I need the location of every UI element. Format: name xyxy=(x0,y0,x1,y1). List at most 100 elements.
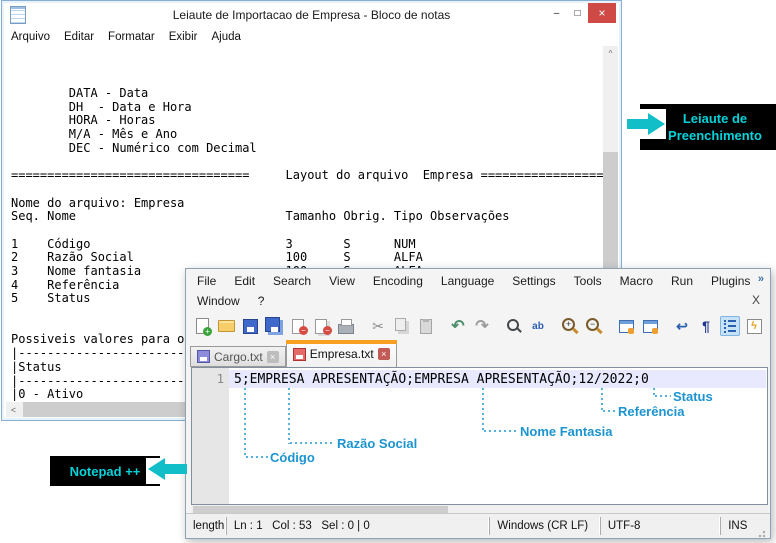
status-insert-mode: INS xyxy=(720,517,758,535)
show-all-chars-icon[interactable] xyxy=(696,316,716,336)
close-all-icon[interactable] xyxy=(312,316,332,336)
notepad-menu-item[interactable]: Exibir xyxy=(162,31,205,43)
notepad-menu-item[interactable]: Formatar xyxy=(101,31,162,43)
notepadpp-menu-item[interactable]: Settings xyxy=(503,274,564,288)
callout-text: Leiaute de xyxy=(654,110,776,127)
new-file-icon[interactable] xyxy=(192,316,212,336)
paste-icon[interactable] xyxy=(416,316,436,336)
copy-icon[interactable] xyxy=(392,316,412,336)
function-list-icon[interactable] xyxy=(744,316,764,336)
field-label-status: Status xyxy=(673,389,713,404)
notepad-menu-item[interactable]: Editar xyxy=(57,31,101,43)
callout-text: Preenchimento xyxy=(654,127,776,144)
tab-label: Cargo.txt xyxy=(214,350,263,364)
notepadpp-menu-item[interactable]: ? xyxy=(249,294,274,308)
tab-label: Empresa.txt xyxy=(310,347,374,361)
tab-empresa[interactable]: Empresa.txt × xyxy=(286,340,397,367)
notepad-text-line: 1 Código 3 S NUM xyxy=(11,238,603,252)
notepadpp-menubar-row1: FileEditSearchViewEncodingLanguageSettin… xyxy=(188,271,768,291)
indent-guide-icon[interactable] xyxy=(720,316,740,336)
word-wrap-icon[interactable] xyxy=(672,316,692,336)
annotation-line-status xyxy=(655,395,671,397)
notepad-text-line: HORA - Horas xyxy=(11,114,603,128)
notepadpp-menu-item[interactable]: Macro xyxy=(611,274,662,288)
print-icon[interactable] xyxy=(336,316,356,336)
notepad-menubar: ArquivoEditarFormatarExibirAjuda xyxy=(4,28,619,45)
notepad-text-line xyxy=(11,224,603,238)
annotation-line-referencia xyxy=(603,410,616,412)
maximize-button[interactable]: □ xyxy=(567,3,588,23)
replace-icon[interactable] xyxy=(528,316,548,336)
horizontal-scroll-thumb[interactable] xyxy=(193,506,448,513)
notepad-text-line: DEC - Numérico com Decimal xyxy=(11,142,603,156)
notepad-text-line: Seq. Nome Tamanho Obrig. Tipo Observaçõe… xyxy=(11,210,603,224)
sync-vertical-icon[interactable] xyxy=(616,316,636,336)
notepad-text-line: DH - Data e Hora xyxy=(11,101,603,115)
notepadpp-menu-item[interactable]: Plugins xyxy=(702,274,759,288)
arrow-left-icon xyxy=(148,458,187,480)
notepad-menu-item[interactable]: Arquivo xyxy=(4,31,57,43)
notepad-text-line: 2 Razão Social 100 S ALFA xyxy=(11,251,603,265)
annotation-line-referencia xyxy=(601,388,603,412)
editor-area[interactable]: 1 5;EMPRESA APRESENTAÇÃO;EMPRESA APRESEN… xyxy=(191,367,768,505)
close-button[interactable]: × xyxy=(588,3,616,23)
notepad-text-line: DATA - Data xyxy=(11,87,603,101)
tab-cargo[interactable]: Cargo.txt × xyxy=(190,346,286,367)
tab-close-icon[interactable]: × xyxy=(267,351,279,363)
notepadpp-menu-item[interactable]: Edit xyxy=(225,274,264,288)
tab-close-icon[interactable]: × xyxy=(378,348,390,360)
line-number: 1 xyxy=(192,372,224,386)
editor-line-text[interactable]: 5;EMPRESA APRESENTAÇÃO;EMPRESA APRESENTA… xyxy=(234,372,649,387)
annotation-line-nome-fantasia xyxy=(482,388,484,432)
resize-grip[interactable] xyxy=(758,528,768,538)
status-eol-format: Windows (CR LF) xyxy=(489,517,599,535)
notepadpp-menu-item[interactable]: Window xyxy=(188,294,249,308)
zoom-out-icon[interactable] xyxy=(584,316,604,336)
save-all-icon[interactable] xyxy=(264,316,284,336)
notepadpp-menu-item[interactable]: Encoding xyxy=(364,274,432,288)
cut-icon[interactable] xyxy=(368,316,388,336)
notepadpp-toolbar xyxy=(190,313,766,339)
arrow-right-icon xyxy=(627,113,665,135)
redo-icon[interactable] xyxy=(472,316,492,336)
menu-close-icon[interactable]: X xyxy=(752,293,760,307)
undo-icon[interactable] xyxy=(448,316,468,336)
tab-bar: Cargo.txt × Empresa.txt × xyxy=(188,339,768,367)
notepad-text-line xyxy=(11,183,603,197)
field-label-referencia: Referência xyxy=(618,404,684,419)
callout-text: Notepad ++ xyxy=(70,464,141,479)
annotation-line-nome-fantasia xyxy=(484,430,517,432)
find-icon[interactable] xyxy=(504,316,524,336)
toolbar-overflow-icon[interactable]: » xyxy=(758,273,764,285)
scroll-left-icon[interactable]: < xyxy=(6,402,21,417)
notepad-text-line: M/A - Mês e Ano xyxy=(11,128,603,142)
notepad-menu-item[interactable]: Ajuda xyxy=(204,31,247,43)
notepadpp-menu-item[interactable]: Run xyxy=(662,274,702,288)
vertical-scroll-thumb[interactable] xyxy=(603,152,618,272)
status-length: length xyxy=(186,517,226,535)
minimize-button[interactable]: – xyxy=(546,3,567,23)
notepadpp-menu-item[interactable]: View xyxy=(320,274,364,288)
notepadpp-menu-item[interactable]: Search xyxy=(264,274,320,288)
line-number-margin xyxy=(192,368,229,504)
callout-notepadpp: Notepad ++ xyxy=(50,456,160,486)
notepadpp-menu-item[interactable]: File xyxy=(188,274,225,288)
notepad-window-title: Leiaute de Importacao de Empresa - Bloco… xyxy=(2,8,621,22)
notepad-titlebar[interactable]: Leiaute de Importacao de Empresa - Bloco… xyxy=(2,1,621,28)
notepad-text-line: ================================= Layout… xyxy=(11,169,603,183)
notepadpp-menu-item[interactable]: Language xyxy=(432,274,503,288)
annotation-line-codigo xyxy=(246,456,268,458)
notepadpp-menubar-row2: Window? xyxy=(188,291,768,311)
status-bar: length Ln : 1 Col : 53 Sel : 0 | 0 Windo… xyxy=(186,513,770,538)
notepad-text-line: Nome do arquivo: Empresa xyxy=(11,197,603,211)
scroll-up-icon[interactable]: ^ xyxy=(603,46,618,61)
notepadpp-menu-item[interactable]: Tools xyxy=(565,274,611,288)
sync-horizontal-icon[interactable] xyxy=(640,316,660,336)
save-icon[interactable] xyxy=(240,316,260,336)
zoom-in-icon[interactable] xyxy=(560,316,580,336)
unsaved-file-icon xyxy=(293,348,306,361)
annotation-line-razao-social xyxy=(290,442,335,444)
open-icon[interactable] xyxy=(216,316,236,336)
close-file-icon[interactable] xyxy=(288,316,308,336)
annotation-line-razao-social xyxy=(288,388,290,444)
